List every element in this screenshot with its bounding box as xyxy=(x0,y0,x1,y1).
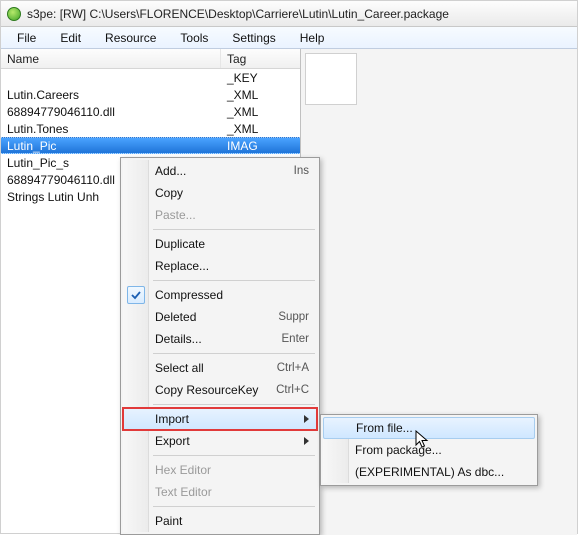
ctx-add[interactable]: Add... Ins xyxy=(123,160,317,182)
ctx-shortcut: Ctrl+C xyxy=(276,384,309,396)
column-header-tag[interactable]: Tag xyxy=(221,52,300,66)
ctx-copy[interactable]: Copy xyxy=(123,182,317,204)
ctx-copy-resourcekey[interactable]: Copy ResourceKey Ctrl+C xyxy=(123,379,317,401)
ctx-deleted[interactable]: Deleted Suppr xyxy=(123,306,317,328)
submenu-label: (EXPERIMENTAL) As dbc... xyxy=(355,465,504,479)
ctx-label: Copy xyxy=(155,186,309,200)
titlebar: s3pe: [RW] C:\Users\FLORENCE\Desktop\Car… xyxy=(1,1,577,27)
list-row-selected[interactable]: Lutin_Pic IMAG xyxy=(1,137,300,154)
menu-tools[interactable]: Tools xyxy=(170,29,218,47)
ctx-separator xyxy=(153,455,315,456)
ctx-separator xyxy=(153,353,315,354)
ctx-shortcut: Ins xyxy=(294,165,309,177)
ctx-label: Compressed xyxy=(155,288,309,302)
list-row[interactable]: Lutin.Tones _XML xyxy=(1,120,300,137)
ctx-replace[interactable]: Replace... xyxy=(123,255,317,277)
ctx-select-all[interactable]: Select all Ctrl+A xyxy=(123,357,317,379)
cell-tag: _XML xyxy=(221,122,300,136)
ctx-shortcut: Enter xyxy=(282,333,310,345)
ctx-label: Copy ResourceKey xyxy=(155,383,266,397)
list-row[interactable]: _KEY xyxy=(1,69,300,86)
menu-file[interactable]: File xyxy=(7,29,46,47)
ctx-separator xyxy=(153,280,315,281)
cell-name: Lutin.Careers xyxy=(1,88,221,102)
submenu-arrow-icon xyxy=(304,415,309,423)
cell-tag: _XML xyxy=(221,105,300,119)
ctx-hex-editor: Hex Editor xyxy=(123,459,317,481)
context-menu: Add... Ins Copy Paste... Duplicate Repla… xyxy=(120,157,320,535)
submenu-from-package[interactable]: From package... xyxy=(323,439,535,461)
window-title: s3pe: [RW] C:\Users\FLORENCE\Desktop\Car… xyxy=(27,7,449,21)
ctx-label: Export xyxy=(155,434,298,448)
submenu-arrow-icon xyxy=(304,437,309,445)
ctx-export[interactable]: Export xyxy=(123,430,317,452)
ctx-import[interactable]: Import xyxy=(123,408,317,430)
ctx-label: Details... xyxy=(155,332,272,346)
menubar: File Edit Resource Tools Settings Help xyxy=(1,27,577,49)
menu-resource[interactable]: Resource xyxy=(95,29,166,47)
ctx-text-editor: Text Editor xyxy=(123,481,317,503)
cell-name: Lutin.Tones xyxy=(1,122,221,136)
submenu-from-file[interactable]: From file... xyxy=(323,417,535,439)
menu-help[interactable]: Help xyxy=(290,29,335,47)
cell-name: Lutin_Pic xyxy=(1,139,221,153)
submenu-label: From package... xyxy=(355,443,442,457)
column-header-name[interactable]: Name xyxy=(1,49,221,68)
ctx-compressed[interactable]: Compressed xyxy=(123,284,317,306)
ctx-shortcut: Ctrl+A xyxy=(277,362,309,374)
submenu-as-dbc[interactable]: (EXPERIMENTAL) As dbc... xyxy=(323,461,535,483)
ctx-label: Duplicate xyxy=(155,237,309,251)
ctx-label: Add... xyxy=(155,164,284,178)
ctx-label: Paint xyxy=(155,514,309,528)
ctx-separator xyxy=(153,506,315,507)
submenu-label: From file... xyxy=(356,421,413,435)
list-row[interactable]: 68894779046110.dll _XML xyxy=(1,103,300,120)
list-row[interactable]: Lutin.Careers _XML xyxy=(1,86,300,103)
list-header: Name Tag xyxy=(1,49,300,69)
ctx-label: Select all xyxy=(155,361,267,375)
menu-edit[interactable]: Edit xyxy=(50,29,91,47)
cell-tag: _KEY xyxy=(221,71,300,85)
ctx-label: Hex Editor xyxy=(155,463,309,477)
app-icon xyxy=(7,7,21,21)
cell-tag: IMAG xyxy=(221,139,300,153)
ctx-label: Import xyxy=(155,412,298,426)
check-icon xyxy=(127,286,145,304)
ctx-label: Paste... xyxy=(155,208,309,222)
ctx-details[interactable]: Details... Enter xyxy=(123,328,317,350)
ctx-paint[interactable]: Paint xyxy=(123,510,317,532)
ctx-separator xyxy=(153,229,315,230)
ctx-shortcut: Suppr xyxy=(278,311,309,323)
ctx-paste: Paste... xyxy=(123,204,317,226)
ctx-separator xyxy=(153,404,315,405)
cell-tag: _XML xyxy=(221,88,300,102)
menu-settings[interactable]: Settings xyxy=(222,29,285,47)
import-submenu: From file... From package... (EXPERIMENT… xyxy=(320,414,538,486)
ctx-label: Text Editor xyxy=(155,485,309,499)
ctx-label: Replace... xyxy=(155,259,309,273)
cell-name: 68894779046110.dll xyxy=(1,105,221,119)
preview-thumbnail xyxy=(305,53,357,105)
ctx-label: Deleted xyxy=(155,310,268,324)
ctx-duplicate[interactable]: Duplicate xyxy=(123,233,317,255)
